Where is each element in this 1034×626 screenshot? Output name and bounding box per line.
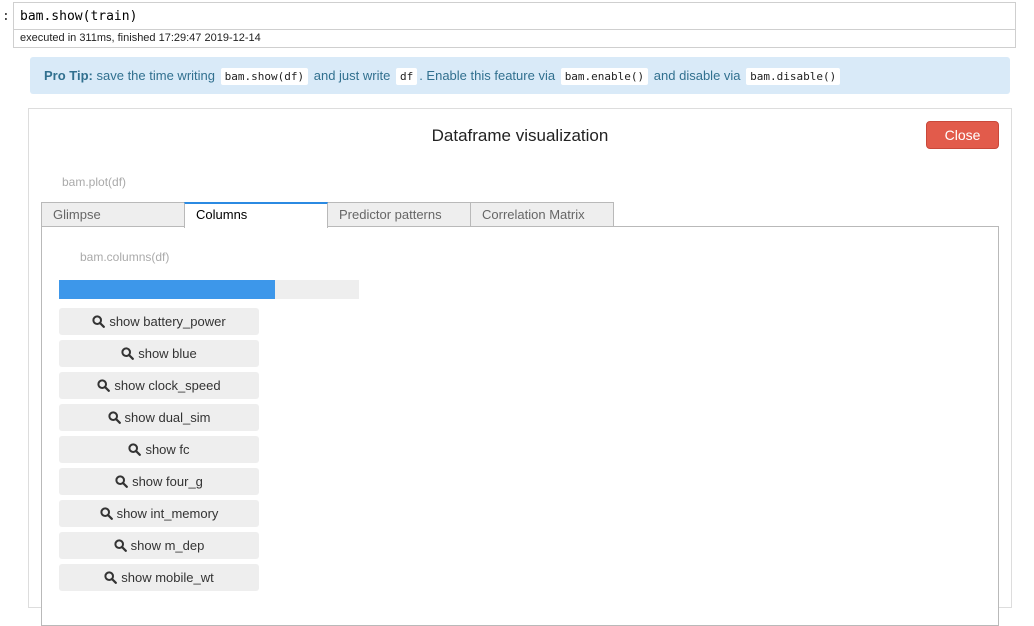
search-icon xyxy=(128,443,142,456)
search-icon xyxy=(99,507,113,520)
show-column-button-label: show blue xyxy=(138,346,197,361)
show-column-button[interactable]: show m_dep xyxy=(59,532,259,559)
pro-tip-label: Pro Tip: xyxy=(44,68,93,83)
code-snippet: bam.disable() xyxy=(746,68,841,85)
search-icon xyxy=(107,411,121,424)
progress-bar xyxy=(59,280,359,299)
show-column-button[interactable]: show battery_power xyxy=(59,308,259,335)
tab-glimpse[interactable]: Glimpse xyxy=(41,202,185,227)
column-button-list: show battery_powershow blue show clock_sp… xyxy=(59,308,259,596)
show-column-button-label: show fc xyxy=(145,442,190,457)
close-button[interactable]: Close xyxy=(926,121,999,149)
search-icon xyxy=(104,571,118,584)
show-column-button-label: show int_memory xyxy=(116,506,219,521)
search-icon xyxy=(97,379,111,392)
show-column-button[interactable]: show clock_speed xyxy=(59,372,259,399)
execution-info: executed in 311ms, finished 17:29:47 201… xyxy=(13,30,1016,48)
search-icon xyxy=(121,347,135,360)
show-column-button[interactable]: show mobile_wt xyxy=(59,564,259,591)
columns-caption: bam.columns(df) xyxy=(80,250,170,264)
pro-tip-text: . Enable this feature via xyxy=(419,68,556,83)
code-text: bam.show(train) xyxy=(20,9,138,24)
tab-predictor-patterns[interactable]: Predictor patterns xyxy=(327,202,471,227)
show-column-button[interactable]: show four_g xyxy=(59,468,259,495)
code-snippet: bam.show(df) xyxy=(220,68,309,85)
pro-tip-text: and just write xyxy=(313,68,391,83)
plot-caption: bam.plot(df) xyxy=(62,175,127,189)
show-column-button-label: show mobile_wt xyxy=(121,570,214,585)
pro-tip-text: and disable via xyxy=(653,68,741,83)
show-column-button[interactable]: show dual_sim xyxy=(59,404,259,431)
search-icon xyxy=(114,539,127,552)
show-column-button-label: show clock_speed xyxy=(114,378,221,393)
dataframe-visualization-panel: Dataframe visualization Close bam.plot(d… xyxy=(28,108,1012,626)
code-cell-input[interactable]: bam.show(train) xyxy=(13,2,1016,30)
cell-prompt: : xyxy=(2,9,10,24)
show-column-button[interactable]: show fc xyxy=(59,436,259,463)
tab-columns[interactable]: Columns xyxy=(184,202,328,228)
show-column-button-label: show dual_sim xyxy=(124,410,211,425)
code-snippet: bam.enable() xyxy=(560,68,649,85)
show-column-button-label: show battery_power xyxy=(109,314,226,329)
code-snippet: df xyxy=(395,68,418,85)
show-column-button[interactable]: show blue xyxy=(59,340,259,367)
tab-correlation-matrix[interactable]: Correlation Matrix xyxy=(470,202,614,227)
search-icon xyxy=(92,315,106,328)
show-column-button[interactable]: show int_memory xyxy=(59,500,259,527)
pro-tip-text: save the time writing xyxy=(96,68,216,83)
search-icon xyxy=(115,475,128,488)
show-column-button-label: show m_dep xyxy=(130,538,205,553)
progress-bar-fill xyxy=(59,280,275,299)
pro-tip-banner: Pro Tip: save the time writing bam.show(… xyxy=(30,57,1010,94)
show-column-button-label: show four_g xyxy=(132,474,203,489)
columns-tab-content: bam.columns(df) show battery_power show b… xyxy=(41,226,999,626)
panel-title: Dataframe visualization xyxy=(431,126,609,145)
